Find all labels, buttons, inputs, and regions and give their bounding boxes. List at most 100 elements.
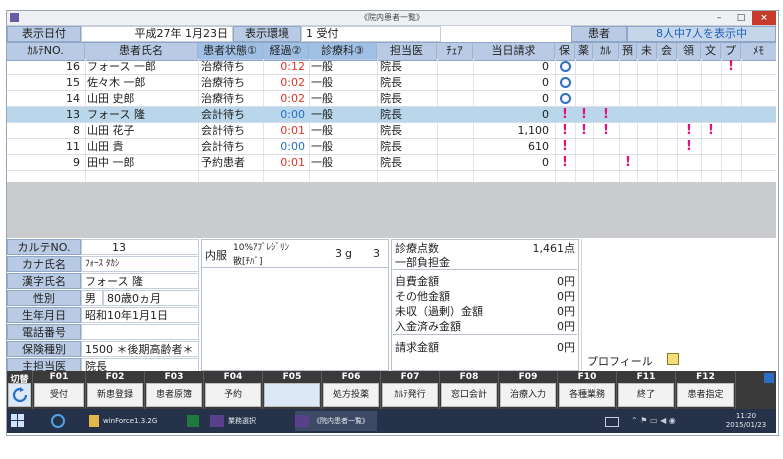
invoice-label: 請求金額 [395, 341, 439, 354]
fkey-label[interactable]: 各種業務 [559, 383, 615, 407]
table-row[interactable]: 16 フォース 一郎 治療待ち 0:12 一般 院長 0! [7, 59, 776, 75]
taskbar-app-menu[interactable]: 業務選択 [210, 411, 290, 431]
kana-value: ﾌｫｰｽ ﾀｶｼ [81, 256, 199, 272]
keyboard-icon[interactable] [605, 411, 621, 431]
col-mi[interactable]: 未 [637, 43, 657, 59]
row-billing: 0 [542, 92, 549, 105]
table-row[interactable]: 15 佐々木 一郎 治療待ち 0:02 一般 院長 0 [7, 75, 776, 91]
fkey-f07[interactable]: F07 ｶﾙﾃ発行 [381, 371, 440, 409]
col-memo[interactable]: ﾒﾓ [741, 43, 776, 59]
fkey-label[interactable]: ｶﾙﾃ発行 [382, 383, 438, 407]
fkey-label[interactable]: 予約 [205, 383, 261, 407]
search-icon[interactable] [764, 373, 774, 383]
col-doctor[interactable]: 担当医 [377, 43, 437, 59]
row-elapsed: 0:12 [280, 60, 305, 73]
insurance-label: 保険種別 [7, 341, 81, 357]
col-karte-no[interactable]: ｶﾙﾃNO. [7, 43, 85, 59]
col-karu[interactable]: ｶﾙ [593, 43, 619, 59]
fkey-label[interactable]: 患者指定 [677, 383, 734, 407]
table-row[interactable]: 11 山田 貴 会計待ち 0:00 一般 院長 610!! [7, 139, 776, 155]
fkey-number: F11 [636, 372, 656, 382]
row-karte-no: 13 [66, 108, 80, 121]
minimize-button[interactable]: – [710, 11, 728, 25]
col-department[interactable]: 診療科③ [309, 43, 377, 59]
fkey-f08[interactable]: F08 窓口会計 [440, 371, 499, 409]
clock[interactable]: 11:20 2015/01/23 [719, 412, 773, 432]
windows-start-icon[interactable] [11, 411, 29, 431]
row-billing: 0 [542, 60, 549, 73]
fkey-f02[interactable]: F02 新患登録 [86, 371, 145, 409]
close-button[interactable]: × [752, 11, 776, 25]
fkey-f01[interactable]: F01 受付 [33, 371, 86, 409]
col-status[interactable]: 患者状態① [198, 43, 263, 59]
folder-icon [89, 415, 99, 427]
table-row[interactable]: 8 山田 花子 会計待ち 0:01 一般 院長 1,100!!!!! [7, 123, 776, 139]
refresh-icon[interactable] [8, 383, 31, 407]
col-yaku[interactable]: 薬 [575, 43, 593, 59]
row-department: 一般 [311, 156, 333, 169]
karte-no-value: 13 [81, 239, 199, 255]
paid-value: 0円 [557, 320, 575, 333]
fkey-number: F10 [577, 372, 597, 382]
fkey-f03[interactable]: F03 患者原簿 [145, 371, 204, 409]
taskbar-app-patient-list[interactable]: 《院内患者一覧》 [295, 411, 377, 431]
col-pu[interactable]: プ [721, 43, 741, 59]
patient-label: 患者 [571, 26, 627, 42]
paid-label: 入金済み金額 [395, 320, 461, 333]
patient-count: 8人中7人を表示中 [627, 26, 776, 42]
fkey-label[interactable]: 新患登録 [87, 383, 143, 407]
col-bun[interactable]: 文 [701, 43, 721, 59]
header-spacer [441, 26, 571, 42]
fkey-f12[interactable]: F12 患者指定 [676, 371, 736, 409]
fkey-f05[interactable]: F05 [263, 371, 322, 409]
col-chair[interactable]: ﾁｪｱ [437, 43, 473, 59]
fkey-f10[interactable]: F10 各種業務 [558, 371, 617, 409]
env-value[interactable]: 1 受付 [301, 26, 441, 42]
fkey-f09[interactable]: F09 治療入力 [499, 371, 558, 409]
row-status: 治療待ち [201, 60, 245, 73]
spreadsheet-icon[interactable] [187, 411, 203, 431]
maximize-button[interactable]: □ [732, 11, 750, 25]
self-pay-label: 自費金額 [395, 275, 439, 288]
tray-icons[interactable]: ⌃ ⚑ ▭ ◀ ◉ [631, 411, 687, 431]
row-doctor: 院長 [380, 92, 402, 105]
table-row[interactable]: 13 フォース 隆 会計待ち 0:00 一般 院長 0!!! [7, 107, 776, 123]
fkey-toggle[interactable]: 切替 [7, 371, 33, 409]
row-doctor: 院長 [380, 76, 402, 89]
fkey-f06[interactable]: F06 処方投薬 [322, 371, 381, 409]
col-elapsed[interactable]: 経過② [263, 43, 309, 59]
col-azu[interactable]: 預 [619, 43, 637, 59]
birth-label: 生年月日 [7, 307, 81, 323]
flag-yaku-icon: ! [581, 107, 587, 122]
row-doctor: 院長 [380, 60, 402, 73]
table-row[interactable]: 14 山田 史郎 治療待ち 0:02 一般 院長 0 [7, 91, 776, 107]
row-status: 会計待ち [201, 108, 245, 121]
col-kai[interactable]: 会 [657, 43, 677, 59]
fkey-label[interactable] [264, 383, 320, 407]
date-value[interactable]: 平成27年 1月23日 [81, 26, 233, 42]
fkey-number: F01 [49, 372, 69, 382]
taskbar-app-winforce[interactable]: winForce1.3.2G [89, 411, 181, 431]
fkey-label[interactable]: 窓口会計 [441, 383, 497, 407]
fkey-label[interactable]: 受付 [34, 383, 84, 407]
col-patient-name[interactable]: 患者氏名 [85, 43, 198, 59]
fkey-label[interactable]: 治療入力 [500, 383, 556, 407]
flag-bun-icon: ! [708, 123, 714, 138]
profile-icon[interactable] [667, 353, 679, 365]
fkey-number: F06 [341, 372, 361, 382]
table-row[interactable]: 9 田中 一郎 予約患者 0:01 一般 院長 0!! [7, 155, 776, 171]
col-billing[interactable]: 当日請求 [473, 43, 555, 59]
fkey-f11[interactable]: F11 終了 [617, 371, 676, 409]
taskbar: winForce1.3.2G 業務選択 《院内患者一覧》 ⌃ ⚑ ▭ ◀ ◉ 1… [7, 409, 776, 433]
browser-icon[interactable] [51, 411, 69, 431]
profile-label: プロフィール [587, 355, 653, 368]
prescription-amount: 3 [335, 247, 342, 260]
fkey-label[interactable]: 終了 [618, 383, 674, 407]
fkey-label[interactable]: 処方投薬 [323, 383, 379, 407]
kanji-label: 漢字氏名 [7, 273, 81, 289]
col-ryo[interactable]: 領 [677, 43, 701, 59]
col-ho[interactable]: 保 [555, 43, 575, 59]
fkey-label[interactable]: 患者原簿 [146, 383, 202, 407]
fkey-f04[interactable]: F04 予約 [204, 371, 263, 409]
row-doctor: 院長 [380, 108, 402, 121]
